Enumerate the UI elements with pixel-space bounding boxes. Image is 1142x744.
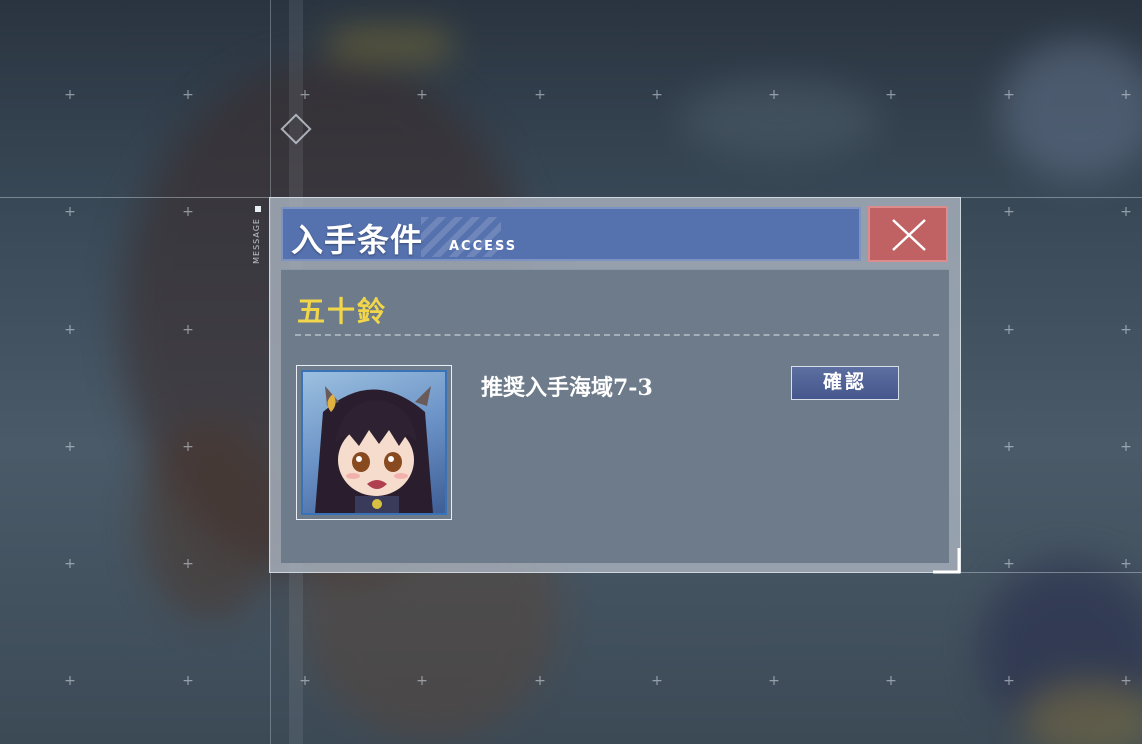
hud-plus-mark: + <box>1120 673 1132 689</box>
access-dialog: 入手条件 ACCESS 五十鈴 推奨入手海域7-3 確認 <box>269 197 961 573</box>
hud-plus-mark: + <box>299 87 311 103</box>
hud-plus-mark: + <box>534 87 546 103</box>
dialog-content: 五十鈴 推奨入手海域7-3 確認 <box>281 269 949 563</box>
dialog-title-bar: 入手条件 ACCESS <box>281 207 861 261</box>
dialog-subtitle: ACCESS <box>449 239 518 254</box>
hud-plus-mark: + <box>182 87 194 103</box>
hud-plus-mark: + <box>299 673 311 689</box>
hud-plus-mark: + <box>534 673 546 689</box>
hud-plus-mark: + <box>64 87 76 103</box>
corner-bracket-icon <box>933 548 961 574</box>
hud-plus-mark: + <box>1003 87 1015 103</box>
hud-plus-mark: + <box>182 322 194 338</box>
hud-plus-mark: + <box>416 673 428 689</box>
hud-plus-mark: + <box>768 673 780 689</box>
chibi-girl-portrait-icon <box>315 386 433 513</box>
hud-plus-mark: + <box>1120 439 1132 455</box>
character-portrait-frame <box>296 365 452 520</box>
hud-plus-mark: + <box>651 87 663 103</box>
hud-plus-mark: + <box>1120 87 1132 103</box>
game-scene: + + + + + + + + + + + + + + + + + + + + + + + + + + + + + + + + + + + + MES… <box>0 0 1142 744</box>
hud-plus-mark: + <box>768 87 780 103</box>
hud-plus-mark: + <box>1120 322 1132 338</box>
hud-plus-mark: + <box>1003 673 1015 689</box>
background-blur <box>330 30 450 60</box>
hud-plus-mark: + <box>64 322 76 338</box>
hud-plus-mark: + <box>182 556 194 572</box>
hud-plus-mark: + <box>64 204 76 220</box>
hud-plus-mark: + <box>651 673 663 689</box>
hud-horizontal-line <box>960 572 1142 573</box>
hud-plus-mark: + <box>182 439 194 455</box>
hud-plus-mark: + <box>1120 204 1132 220</box>
background-blur <box>1000 40 1142 180</box>
hud-plus-mark: + <box>182 204 194 220</box>
hud-plus-mark: + <box>1003 439 1015 455</box>
hud-plus-mark: + <box>64 673 76 689</box>
acquisition-source-text: 推奨入手海域7-3 <box>481 375 653 401</box>
message-label: MESSAGE <box>252 218 261 264</box>
hud-plus-mark: + <box>1003 556 1015 572</box>
confirm-button[interactable]: 確認 <box>791 366 899 400</box>
hud-plus-mark: + <box>182 673 194 689</box>
hud-plus-mark: + <box>64 556 76 572</box>
hud-plus-mark: + <box>416 87 428 103</box>
hud-plus-mark: + <box>1003 322 1015 338</box>
dialog-title: 入手条件 <box>291 221 424 259</box>
dashed-divider <box>295 334 939 336</box>
hud-plus-mark: + <box>885 673 897 689</box>
close-x-icon <box>892 219 926 251</box>
hud-plus-mark: + <box>64 439 76 455</box>
background-blur <box>140 420 280 620</box>
character-portrait <box>301 370 447 515</box>
background-blur <box>680 80 880 160</box>
hud-plus-mark: + <box>885 87 897 103</box>
close-button[interactable] <box>868 206 948 262</box>
message-marker-icon <box>255 206 261 212</box>
hud-plus-mark: + <box>1003 204 1015 220</box>
hud-plus-mark: + <box>1120 556 1132 572</box>
character-name: 五十鈴 <box>297 295 388 328</box>
